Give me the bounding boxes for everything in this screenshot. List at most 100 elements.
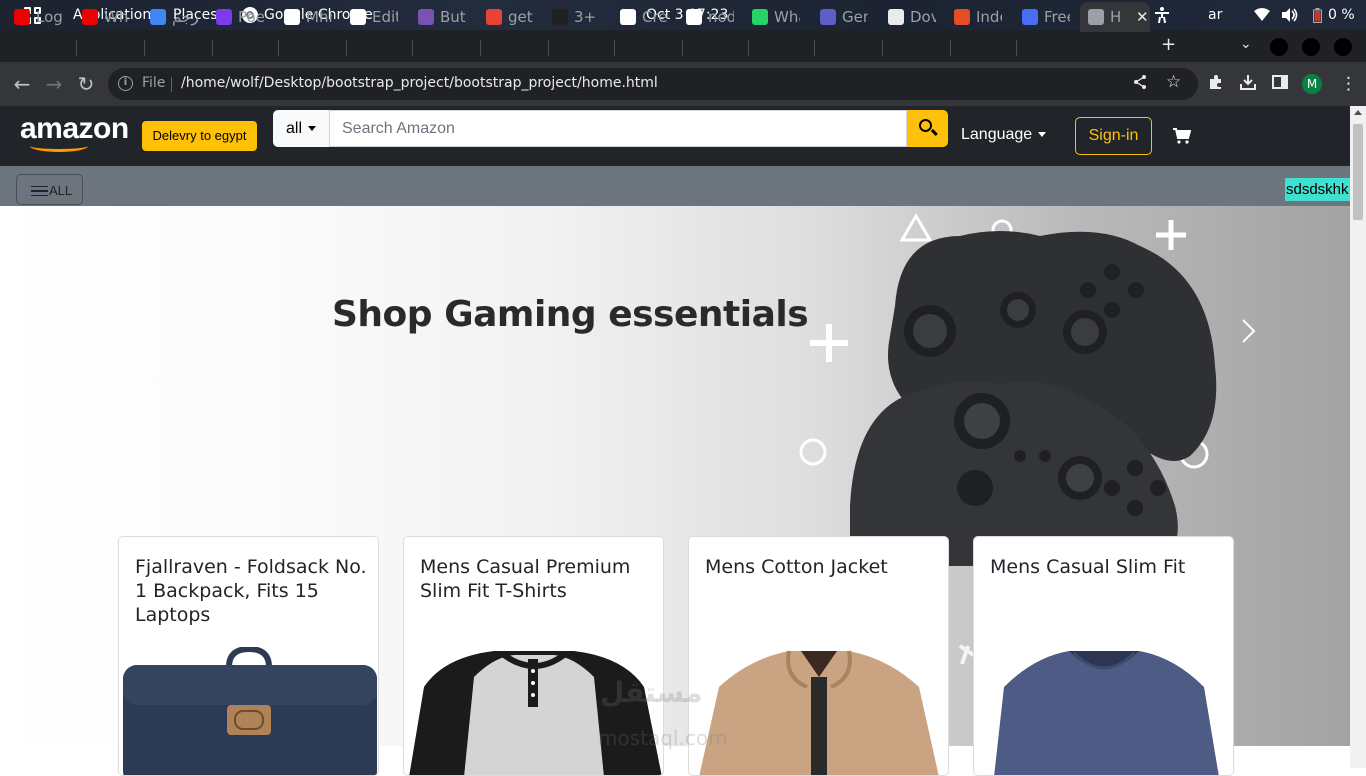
- new-tab-icon[interactable]: +: [1161, 34, 1176, 55]
- category-dropdown[interactable]: all: [273, 110, 329, 147]
- downloads-icon[interactable]: [1240, 74, 1256, 95]
- browser-tab[interactable]: ترجم: [150, 4, 212, 30]
- tab-label: 3+ V: [574, 8, 600, 26]
- back-icon[interactable]: ←: [10, 72, 34, 96]
- download-icon: [888, 9, 904, 25]
- browser-tab[interactable]: Wh: [82, 4, 144, 30]
- translate-icon: [150, 9, 166, 25]
- browser-tab[interactable]: Cre: [620, 4, 682, 30]
- accessibility-icon[interactable]: [1154, 0, 1170, 30]
- tab-label: Mhr: [306, 8, 332, 26]
- tab-separator: [76, 40, 77, 56]
- reload-icon[interactable]: ↻: [74, 72, 98, 96]
- share-icon[interactable]: [1133, 74, 1147, 95]
- extensions-icon[interactable]: [1208, 74, 1224, 95]
- browser-tab[interactable]: Dov: [888, 4, 950, 30]
- scrollbar-thumb[interactable]: [1353, 124, 1363, 220]
- browser-tab[interactable]: Log: [14, 4, 76, 30]
- tab-separator: [278, 40, 279, 56]
- github-icon: [620, 9, 636, 25]
- github-icon: [686, 9, 702, 25]
- tab-separator: [212, 40, 213, 56]
- product-title[interactable]: Mens Casual Premium Slim Fit T-Shirts: [420, 555, 652, 603]
- browser-tab[interactable]: Butt: [418, 4, 480, 30]
- browser-tab[interactable]: Wha: [752, 4, 814, 30]
- all-menu-button[interactable]: ALL: [16, 174, 83, 205]
- browser-toolbar: ← → ↻ i File /home/wolf/Desktop/bootstra…: [0, 62, 1366, 106]
- tab-label: Dov: [910, 8, 936, 26]
- search-input[interactable]: Search Amazon: [329, 110, 907, 147]
- tab-label: Wh: [104, 8, 129, 26]
- tab-label: get: [508, 8, 533, 26]
- scroll-up-arrow-icon[interactable]: [1354, 110, 1362, 115]
- browser-tab[interactable]: Mhr: [284, 4, 346, 30]
- window-maximize-button[interactable]: [1302, 38, 1320, 56]
- browser-tab[interactable]: Gen: [820, 4, 882, 30]
- side-panel-icon[interactable]: [1272, 74, 1288, 94]
- keyboard-layout[interactable]: ar: [1208, 0, 1222, 30]
- tab-label: Cre: [642, 8, 668, 26]
- product-title[interactable]: Mens Casual Slim Fit: [990, 555, 1222, 579]
- slim-fit-shirt-image[interactable]: [974, 647, 1234, 776]
- github-icon: [350, 9, 366, 25]
- signin-button[interactable]: Sign-in: [1075, 117, 1152, 155]
- tab-label: Edit: [372, 8, 398, 26]
- product-card[interactable]: Fjallraven - Foldsack No. 1 Backpack, Fi…: [118, 536, 379, 776]
- browser-tab[interactable]: Poe: [216, 4, 278, 30]
- backpack-image[interactable]: [119, 647, 379, 776]
- tab-search-icon[interactable]: ⌄: [1240, 36, 1252, 52]
- tab-separator: [480, 40, 481, 56]
- browser-tab[interactable]: Edit: [350, 4, 412, 30]
- browser-tab[interactable]: H ✕: [1080, 2, 1150, 32]
- browser-tab[interactable]: Inde: [954, 4, 1016, 30]
- tab-label: Poe: [238, 8, 264, 26]
- tab-label: Inde: [976, 8, 1002, 26]
- tab-separator: [614, 40, 615, 56]
- feather-icon: [1022, 9, 1038, 25]
- address-bar[interactable]: i File /home/wolf/Desktop/bootstrap_proj…: [108, 68, 1198, 100]
- cart-icon[interactable]: [1173, 128, 1192, 144]
- battery-indicator[interactable]: 0 %: [1313, 0, 1355, 30]
- profile-avatar[interactable]: M: [1302, 74, 1322, 94]
- info-icon[interactable]: i: [118, 76, 133, 91]
- tab-separator: [412, 40, 413, 56]
- tab-label: Wha: [774, 8, 800, 26]
- address-divider: [171, 77, 172, 92]
- close-tab-icon[interactable]: ✕: [1136, 8, 1149, 26]
- tshirt-image[interactable]: [404, 647, 664, 776]
- tab-label: nod: [708, 8, 734, 26]
- jacket-image[interactable]: [689, 647, 949, 776]
- bookmark-star-icon[interactable]: ☆: [1166, 72, 1181, 92]
- github-icon: [284, 9, 300, 25]
- tab-separator: [682, 40, 683, 56]
- globe-icon: [1088, 9, 1104, 25]
- language-dropdown[interactable]: Language: [961, 126, 1047, 144]
- product-card[interactable]: Mens Casual Slim Fit: [973, 536, 1234, 776]
- hero-title: Shop Gaming essentials: [332, 294, 809, 335]
- deliver-to-button[interactable]: Delevry to egypt: [142, 121, 257, 151]
- browser-tab[interactable]: get: [486, 4, 548, 30]
- tab-label: ترجم: [172, 8, 198, 26]
- highlighted-text: sdsdskhk: [1285, 178, 1350, 201]
- forward-icon[interactable]: →: [42, 72, 66, 96]
- browser-tab[interactable]: Free: [1022, 4, 1084, 30]
- browser-menu-icon[interactable]: ⋮: [1340, 74, 1357, 94]
- window-minimize-button[interactable]: [1270, 38, 1288, 56]
- product-title[interactable]: Mens Cotton Jacket: [705, 555, 937, 579]
- tab-label: Gen: [842, 8, 868, 26]
- product-title[interactable]: Fjallraven - Foldsack No. 1 Backpack, Fi…: [135, 555, 367, 627]
- hamburger-icon: [31, 186, 48, 196]
- tab-separator: [1016, 40, 1017, 56]
- tab-separator: [748, 40, 749, 56]
- bootstrap-icon: [418, 9, 434, 25]
- volume-icon[interactable]: [1282, 0, 1298, 30]
- tab-separator: [548, 40, 549, 56]
- window-close-button[interactable]: [1334, 38, 1352, 56]
- blank-icon: [552, 9, 568, 25]
- wifi-icon[interactable]: [1254, 0, 1270, 30]
- carousel-next-button[interactable]: [1236, 318, 1260, 344]
- search-button[interactable]: [907, 110, 948, 147]
- browser-tab[interactable]: 3+ V: [552, 4, 614, 30]
- url-text[interactable]: /home/wolf/Desktop/bootstrap_project/boo…: [181, 75, 658, 91]
- browser-tab[interactable]: nod: [686, 4, 748, 30]
